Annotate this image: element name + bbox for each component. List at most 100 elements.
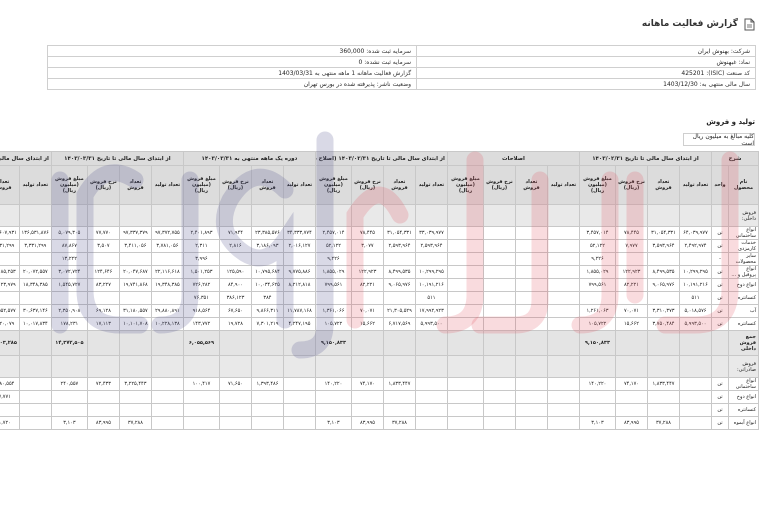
info-label: وضعیت ناشر:: [376, 80, 412, 88]
table-cell: [614, 403, 648, 417]
table-cell: [514, 377, 548, 391]
table-cell: [118, 330, 152, 356]
table-cell: [546, 416, 580, 430]
table-cell: [150, 252, 184, 266]
table-cell: [150, 204, 184, 227]
table-cell: [382, 390, 416, 404]
table-cell: ۱,۳۹۳,۴۸۶: [250, 377, 284, 391]
production-sales-table-wrap[interactable]: شرح از ابتدای سال مالی تا تاریخ ۱۴۰۳/۰۲/۳…: [0, 151, 767, 526]
table-cell: [382, 204, 416, 227]
group-header-row: شرح از ابتدای سال مالی تا تاریخ ۱۴۰۳/۰۲/۳…: [0, 151, 760, 166]
table-cell: ۳,۵۹۳,۹۶۴: [646, 239, 680, 253]
table-cell: [678, 330, 712, 356]
column-header-rate: نرخ فروش (ریال): [482, 165, 516, 205]
table-cell: ۱,۵۴۵,۷۲۷: [50, 278, 88, 292]
table-cell: [250, 330, 284, 356]
table-cell: ۵,۰۷۹,۳۰۵: [50, 226, 88, 240]
table-cell: [546, 239, 580, 253]
table-cell: ۶,۷۱۷,۵۶۹: [382, 317, 416, 331]
row-label: کنسانتره: [728, 317, 759, 331]
table-cell: ۱,۸۵۵,۰۲۹: [578, 265, 616, 279]
table-cell: [350, 403, 384, 417]
info-label: گزارش فعالیت ماهانه 1 ماهه منتهی به: [314, 69, 412, 77]
table-cell: ۸۳,۹۹۵: [86, 416, 120, 430]
table-cell: ۱,۵۰۱,۲۵۳: [182, 265, 220, 279]
company-info-table: شرکت: بهنوش ایران سرمایه ثبت شده: 360,000…: [46, 45, 756, 90]
table-cell: [86, 330, 120, 356]
table-cell: ۵,۹۹۳,۵۰۰: [414, 317, 448, 331]
table-cell: [18, 416, 52, 430]
period-header-g4: دوره یک ماهه منتهی به ۱۴۰۳/۰۳/۳۱: [182, 151, 316, 166]
table-cell: [514, 252, 548, 266]
table-cell: [350, 355, 384, 378]
table-cell: [414, 330, 448, 356]
table-cell: ۱,۲۶۱,۰۶۳: [578, 304, 616, 318]
table-cell: [514, 390, 548, 404]
table-cell: ۱۴۰,۲۲۰: [314, 377, 352, 391]
table-cell: [446, 278, 484, 292]
info-cell: شرکت: بهنوش ایران: [416, 45, 756, 57]
row-label: سایر محصولات: [728, 252, 759, 266]
row-label: انواع دوخ: [728, 390, 759, 404]
row-label: کنسانتره: [728, 403, 759, 417]
table-cell: [514, 330, 548, 356]
table-cell: ۹,۲۲۶: [578, 252, 616, 266]
table-cell: [414, 403, 448, 417]
info-cell: سال مالی منتهی به: 1403/12/30: [416, 78, 756, 90]
table-cell: [578, 403, 616, 417]
table-cell: [646, 252, 680, 266]
table-cell: ۱۸,۳۴۸,۳۸۵: [18, 278, 52, 292]
table-cell: ۳,۱۰۳: [578, 416, 616, 430]
table-cell: [150, 291, 184, 305]
table-cell: ۳,۰۷۲,۷۲۴: [50, 265, 88, 279]
table-cell: ۸۳,۲۲۷: [86, 278, 120, 292]
table-cell: ۶,۰۵۵,۵۶۹: [182, 330, 220, 356]
table-cell: [482, 265, 516, 279]
table-cell: ۳۲,۵۵۲,۵۷۷: [0, 304, 20, 318]
column-header-rate: نرخ فروش (ریال): [350, 165, 384, 205]
row-label: انواع پروفیل و ...: [728, 265, 759, 279]
table-cell: ۲۲,۱۱۶,۶۱۸: [150, 265, 184, 279]
table-cell: [482, 390, 516, 404]
table-cell: [546, 377, 580, 391]
table-cell: [150, 416, 184, 430]
table-cell: [282, 403, 316, 417]
row-label: انواع ساختمانی: [728, 377, 759, 391]
table-cell: [314, 291, 352, 305]
table-cell: ۱۰,۱۹۱,۲۱۶: [678, 278, 712, 292]
table-cell: ۲,۸۱۶: [218, 239, 252, 253]
table-cell: ۵۱۱: [678, 291, 712, 305]
info-value: بهنوش ایران: [697, 47, 729, 55]
category-row: فروش داخلی:: [0, 204, 759, 227]
table-cell: ۱۰,۰۱۷,۸۳۴: [18, 317, 52, 331]
table-cell: [446, 330, 484, 356]
table-cell: ۳۱,۰۵۴,۳۳۱: [382, 226, 416, 240]
table-cell: [250, 416, 284, 430]
table-cell: [614, 291, 648, 305]
table-cell: [0, 204, 20, 227]
info-row: شرکت: بهنوش ایران سرمایه ثبت شده: 360,000: [46, 45, 756, 57]
table-cell: [546, 226, 580, 240]
table-cell: [614, 204, 648, 227]
desc-header: شرح: [710, 151, 760, 166]
table-cell: ۸۳,۹۹۵: [350, 416, 384, 430]
section-title: تولید و فروش: [706, 118, 755, 126]
row-unit: تن: [710, 239, 730, 253]
column-header-amount: مبلغ فروش (میلیون ریال): [182, 165, 220, 205]
table-cell: [314, 403, 352, 417]
row-label: فروش داخلی:: [728, 204, 759, 227]
table-cell: [546, 278, 580, 292]
table-cell: ۵,۰۱۸,۵۷۶: [678, 304, 712, 318]
table-cell: [86, 291, 120, 305]
table-cell: [482, 204, 516, 227]
page-title: گزارش فعالیت ماهانه: [641, 19, 738, 29]
table-cell: ۲,۴۵۷,۰۱۴: [314, 226, 352, 240]
table-cell: ۷۰,۰۷۱: [350, 304, 384, 318]
table-cell: [446, 252, 484, 266]
table-cell: [514, 317, 548, 331]
table-cell: ۳,۲۲۵,۴۴۳: [118, 377, 152, 391]
column-header-qty-sold: تعداد فروش: [0, 165, 20, 205]
table-cell: ۳,۴۱۱,۰۵۶: [118, 239, 152, 253]
table-cell: [514, 403, 548, 417]
table-cell: [482, 377, 516, 391]
